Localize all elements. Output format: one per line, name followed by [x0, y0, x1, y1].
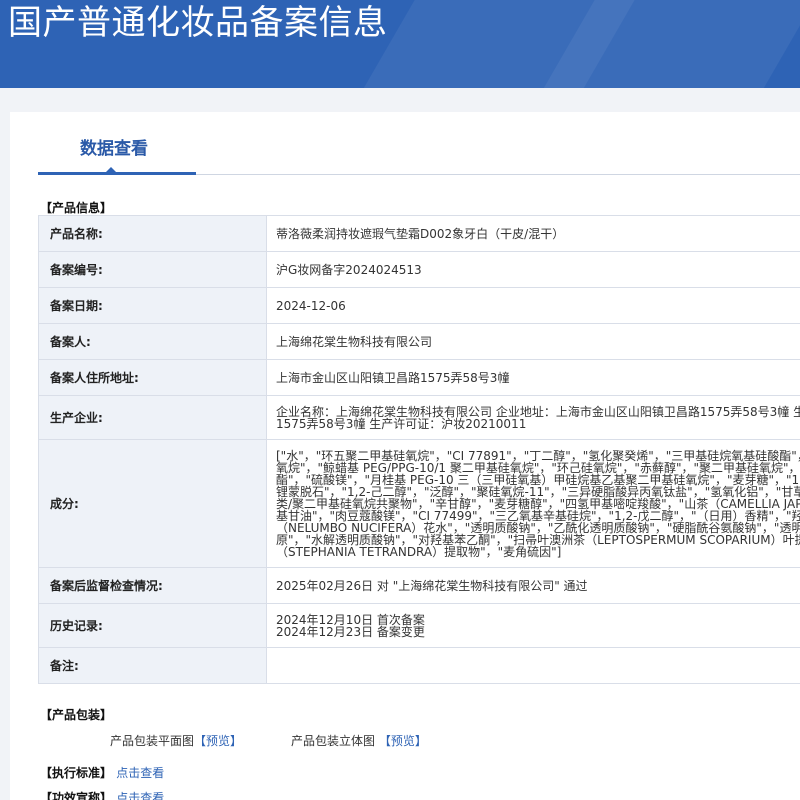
info-value-line: 锂蒙脱石"，"1,2-己二醇"，"泛醇"，"聚硅氧烷-11"，"三异硬脂酸异丙氧… — [276, 484, 800, 499]
info-value-line: 原"，"水解透明质酸钠"，"对羟基苯乙酮"，"扫帚叶澳洲茶（LEPTOSPERM… — [276, 532, 800, 547]
header-banner: 国产普通化妆品备案信息 — [0, 0, 800, 88]
info-label-supervision: 备案后监督检查情况: — [38, 567, 267, 604]
info-value-line: 1575弄58号3幢 生产许可证：沪妆20210011 — [276, 416, 527, 431]
info-label-filer: 备案人: — [38, 323, 267, 360]
tab-caret-icon — [106, 167, 116, 172]
info-label-filing-date: 备案日期: — [38, 287, 267, 324]
info-value-line: 企业名称：上海绵花棠生物科技有限公司 企业地址：上海市金山区山阳镇卫昌路1575… — [276, 404, 800, 419]
packaging-flat-preview-link[interactable]: 【预览】 — [194, 734, 242, 748]
packaging-flat-row: 产品包装平面图【预览】 — [110, 734, 242, 748]
info-value-filing-date: 2024-12-06 — [266, 287, 800, 324]
info-value-filer-address: 上海市金山区山阳镇卫昌路1575弄58号3幢 — [266, 359, 800, 396]
section-title-packaging: 【产品包装】 — [40, 708, 113, 722]
info-value-filing-number: 沪G妆网备字2024024513 — [266, 251, 800, 288]
standard-view-link[interactable]: 点击查看 — [116, 766, 164, 780]
tab-data-view[interactable]: 数据查看 — [80, 138, 156, 160]
packaging-stereo-preview-link[interactable]: 【预览】 — [379, 734, 427, 748]
info-row-product-name: 产品名称: 蒂洛薇柔润持妆遮瑕气垫霜D002象牙白（干皮/混干） — [38, 215, 800, 252]
info-value-line: 类/聚二甲基硅氧烷共聚物"，"辛甘醇"，"麦芽糖醇"，"四氢甲基嘧啶羧酸"，"山… — [276, 496, 800, 511]
info-value-remarks — [266, 647, 800, 684]
packaging-flat-label: 产品包装平面图 — [110, 734, 195, 748]
tab-active-indicator — [38, 172, 196, 175]
content-card: 数据查看 【产品信息】 产品名称: 蒂洛薇柔润持妆遮瑕气垫霜D002象牙白（干皮/… — [10, 112, 800, 800]
packaging-stereo-label: 产品包装立体图 — [291, 734, 376, 748]
info-label-ingredients: 成分: — [38, 439, 267, 568]
info-value-line: 2025年02月26日 对 "上海绵花棠生物科技有限公司" 通过 — [276, 578, 588, 593]
info-value-filer: 上海绵花棠生物科技有限公司 — [266, 323, 800, 360]
section-standard: 【执行标准】 点击查看 — [40, 766, 164, 780]
info-value-history: 2024年12月10日 首次备案 2024年12月23日 备案变更 — [266, 603, 800, 648]
section-title-efficacy: 【功效宣称】 — [40, 791, 113, 800]
info-value-line: 上海市金山区山阳镇卫昌路1575弄58号3幢 — [276, 370, 510, 385]
info-value-manufacturer: 企业名称：上海绵花棠生物科技有限公司 企业地址：上海市金山区山阳镇卫昌路1575… — [266, 395, 800, 440]
info-value-line: 2024-12-06 — [276, 298, 346, 313]
info-row-filing-date: 备案日期: 2024-12-06 — [38, 287, 800, 324]
info-label-history: 历史记录: — [38, 603, 267, 648]
info-value-line: 沪G妆网备字2024024513 — [276, 262, 422, 277]
section-efficacy: 【功效宣称】 点击查看 — [40, 791, 164, 800]
info-value-line: 蒂洛薇柔润持妆遮瑕气垫霜D002象牙白（干皮/混干） — [276, 226, 565, 241]
info-value-ingredients: ["水"，"环五聚二甲基硅氧烷"，"CI 77891"，"丁二醇"，"氢化聚癸烯… — [266, 439, 800, 568]
packaging-stereo-row: 产品包装立体图 【预览】 — [291, 734, 427, 748]
info-value-line: ["水"，"环五聚二甲基硅氧烷"，"CI 77891"，"丁二醇"，"氢化聚癸烯… — [276, 448, 800, 463]
info-label-product-name: 产品名称: — [38, 215, 267, 252]
efficacy-view-link[interactable]: 点击查看 — [116, 791, 164, 800]
info-value-line: 氧烷"，"鲸蜡基 PEG/PPG-10/1 聚二甲基硅氧烷"，"环己硅氧烷"，"… — [276, 460, 800, 475]
product-info-table: 产品名称: 蒂洛薇柔润持妆遮瑕气垫霜D002象牙白（干皮/混干） 备案编号: 沪G妆网… — [38, 215, 800, 684]
info-label-remarks: 备注: — [38, 647, 267, 684]
info-value-line: 上海绵花棠生物科技有限公司 — [276, 334, 433, 349]
info-value-line: （NELUMBO NUCIFERA）花水"，"透明质酸钠"，"乙酰化透明质酸钠"… — [276, 520, 800, 535]
info-row-filer-address: 备案人住所地址: 上海市金山区山阳镇卫昌路1575弄58号3幢 — [38, 359, 800, 396]
info-row-filing-number: 备案编号: 沪G妆网备字2024024513 — [38, 251, 800, 288]
info-value-line: 2024年12月10日 首次备案 — [276, 612, 425, 627]
info-value-product-name: 蒂洛薇柔润持妆遮瑕气垫霜D002象牙白（干皮/混干） — [266, 215, 800, 252]
info-value-line: （STEPHANIA TETRANDRA）提取物"，"麦角硫因"] — [276, 544, 562, 559]
info-label-manufacturer: 生产企业: — [38, 395, 267, 440]
info-value-line: 酯"，"硫酸镁"，"月桂基 PEG-10 三（三甲硅氧基）甲硅烷基乙基聚二甲基硅… — [276, 472, 800, 487]
section-title-standard: 【执行标准】 — [40, 766, 113, 780]
section-title-product-info: 【产品信息】 — [40, 201, 113, 215]
info-row-supervision: 备案后监督检查情况: 2025年02月26日 对 "上海绵花棠生物科技有限公司" … — [38, 567, 800, 604]
info-row-remarks: 备注: — [38, 647, 800, 684]
info-row-filer: 备案人: 上海绵花棠生物科技有限公司 — [38, 323, 800, 360]
page-title: 国产普通化妆品备案信息 — [8, 3, 388, 43]
info-value-line: 2024年12月23日 备案变更 — [276, 624, 425, 639]
info-row-ingredients: 成分: ["水"，"环五聚二甲基硅氧烷"，"CI 77891"，"丁二醇"，"氢化… — [38, 439, 800, 568]
info-value-supervision: 2025年02月26日 对 "上海绵花棠生物科技有限公司" 通过 — [266, 567, 800, 604]
info-label-filing-number: 备案编号: — [38, 251, 267, 288]
info-row-manufacturer: 生产企业: 企业名称：上海绵花棠生物科技有限公司 企业地址：上海市金山区山阳镇卫昌… — [38, 395, 800, 440]
info-value-line: 基甘油"，"肉豆蔻酸镁"，"CI 77499"，"三乙氧基辛基硅烷"，"1,2-… — [276, 508, 800, 523]
info-row-history: 历史记录: 2024年12月10日 首次备案 2024年12月23日 备案变更 — [38, 603, 800, 648]
info-label-filer-address: 备案人住所地址: — [38, 359, 267, 396]
